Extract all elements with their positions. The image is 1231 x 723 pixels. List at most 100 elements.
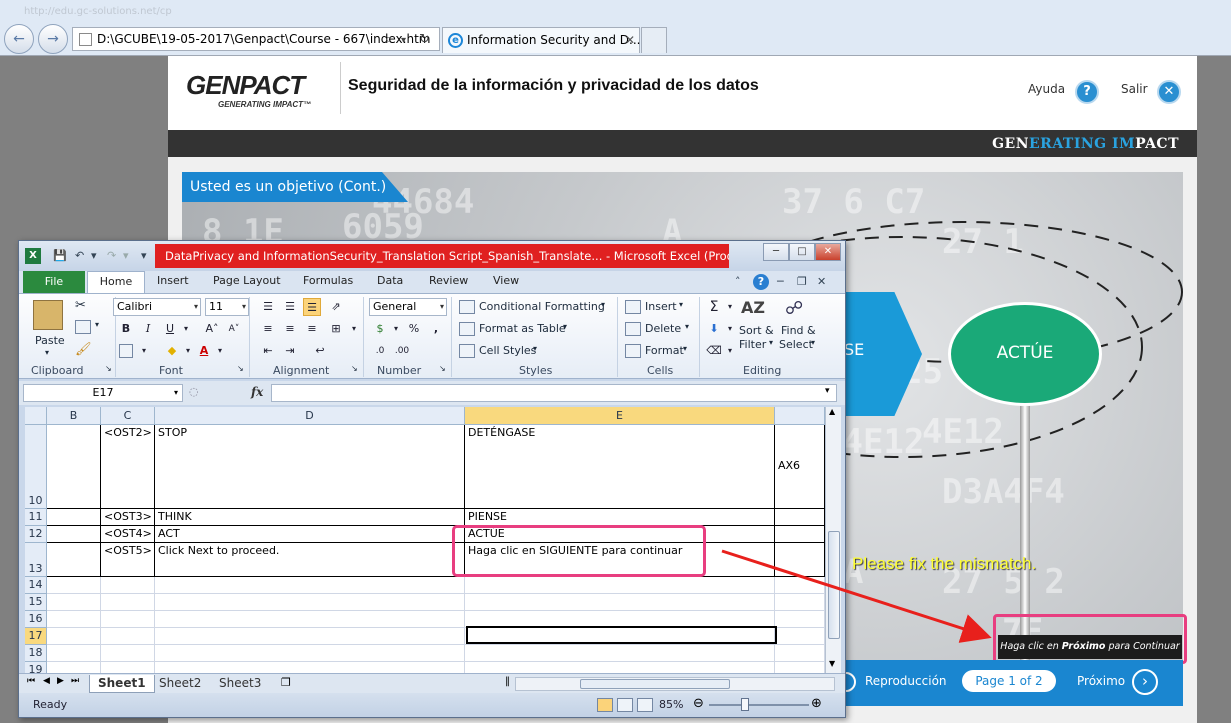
table-cell[interactable]: [465, 594, 775, 611]
tab-close-icon[interactable]: ✕: [625, 28, 635, 52]
table-cell[interactable]: [155, 594, 465, 611]
table-cell[interactable]: [101, 594, 155, 611]
sheet-tab-1[interactable]: Sheet1: [89, 675, 155, 693]
table-cell[interactable]: [47, 526, 101, 543]
close-window-button[interactable]: ✕: [815, 243, 841, 261]
maximize-button[interactable]: □: [789, 243, 815, 261]
scroll-down-icon[interactable]: ▼: [829, 659, 835, 668]
tab-formulas[interactable]: Formulas: [303, 274, 353, 287]
table-cell[interactable]: [47, 543, 101, 577]
table-cell[interactable]: [101, 645, 155, 662]
delete-cells-button[interactable]: Delete: [645, 322, 681, 335]
prev-sheet-icon[interactable]: ◀: [43, 676, 50, 686]
save-icon[interactable]: 💾: [53, 249, 67, 262]
align-bottom-icon[interactable]: ☰: [303, 298, 321, 316]
insert-cells-button[interactable]: Insert: [645, 300, 677, 313]
tab-insert[interactable]: Insert: [157, 274, 189, 287]
cell-styles-icon[interactable]: [459, 344, 475, 358]
grow-font-icon[interactable]: A˄: [203, 320, 221, 338]
table-cell[interactable]: STOP: [155, 425, 465, 509]
delete-cells-dropdown-icon[interactable]: ▾: [685, 322, 689, 331]
number-launcher-icon[interactable]: ↘: [439, 364, 446, 373]
clear-dropdown-icon[interactable]: ▾: [721, 342, 739, 360]
table-cell[interactable]: [775, 509, 825, 526]
new-tab-button[interactable]: [641, 27, 667, 53]
insert-sheet-icon[interactable]: ❐: [281, 676, 291, 689]
cell-styles-dropdown-icon[interactable]: ▾: [533, 344, 537, 353]
horizontal-scrollbar[interactable]: [515, 677, 835, 691]
undo-dropdown-icon[interactable]: ▾: [91, 249, 97, 262]
column-header-e[interactable]: E: [465, 407, 775, 425]
increase-decimal-icon[interactable]: .0: [371, 342, 389, 360]
font-size-combo[interactable]: 11 ▾: [205, 298, 249, 316]
delete-cells-icon[interactable]: [625, 322, 641, 336]
tab-view[interactable]: View: [493, 274, 519, 287]
exit-label[interactable]: Salir: [1121, 82, 1148, 96]
tab-file[interactable]: File: [23, 271, 85, 293]
customize-toolbar-icon[interactable]: ▾: [141, 249, 147, 262]
paste-button[interactable]: Paste: [35, 334, 65, 347]
formula-input[interactable]: [271, 384, 837, 402]
undo-icon[interactable]: ↶: [75, 249, 84, 262]
row-header-10[interactable]: 10: [25, 425, 47, 509]
refresh-icon[interactable]: ↻: [419, 29, 430, 50]
merge-dropdown-icon[interactable]: ▾: [345, 320, 363, 338]
clipboard-launcher-icon[interactable]: ↘: [105, 364, 112, 373]
font-color-dropdown-icon[interactable]: ▾: [211, 342, 229, 360]
conditional-formatting-button[interactable]: Conditional Formatting: [479, 300, 605, 313]
table-cell[interactable]: <OST2>: [101, 425, 155, 509]
table-cell[interactable]: DETÉNGASE: [465, 425, 775, 509]
table-cell[interactable]: [47, 425, 101, 509]
help-icon[interactable]: ?: [1075, 80, 1099, 104]
next-arrow-icon[interactable]: ›: [1132, 669, 1158, 695]
table-cell[interactable]: [47, 509, 101, 526]
page-layout-view-icon[interactable]: [617, 698, 633, 712]
sort-filter-dropdown-icon[interactable]: ▾: [769, 338, 773, 347]
sheet-tab-2[interactable]: Sheet2: [151, 675, 209, 693]
row-header-15[interactable]: 15: [25, 594, 47, 611]
table-cell[interactable]: [101, 662, 155, 673]
table-cell[interactable]: THINK: [155, 509, 465, 526]
table-cell[interactable]: [775, 577, 825, 594]
increase-indent-icon[interactable]: ⇥: [281, 342, 299, 360]
table-cell[interactable]: [101, 628, 155, 645]
search-icon[interactable]: ⌕: [385, 29, 392, 50]
decrease-decimal-icon[interactable]: .00: [393, 342, 411, 360]
table-cell[interactable]: [155, 577, 465, 594]
find-select-dropdown-icon[interactable]: ▾: [811, 338, 815, 347]
forward-button[interactable]: →: [38, 24, 68, 54]
active-cell[interactable]: [466, 626, 777, 644]
redo-icon[interactable]: ↷: [107, 249, 116, 262]
copy-dropdown-icon[interactable]: ▾: [95, 320, 99, 329]
accounting-dropdown-icon[interactable]: ▾: [387, 320, 405, 338]
conditional-formatting-icon[interactable]: [459, 300, 475, 314]
row-header-12[interactable]: 12: [25, 526, 47, 543]
vertical-scrollbar[interactable]: ▲ ▼: [825, 407, 841, 673]
address-bar[interactable]: D:\GCUBE\19-05-2017\Genpact\Course - 667…: [72, 27, 440, 51]
table-cell[interactable]: [101, 611, 155, 628]
paste-dropdown-icon[interactable]: ▾: [45, 348, 49, 357]
table-cell[interactable]: [775, 628, 825, 645]
table-cell[interactable]: <OST3>: [101, 509, 155, 526]
sort-filter-label-2[interactable]: Filter: [739, 338, 766, 351]
borders-icon[interactable]: [119, 344, 133, 358]
table-cell[interactable]: [775, 611, 825, 628]
normal-view-icon[interactable]: [597, 698, 613, 712]
help-label[interactable]: Ayuda: [1028, 82, 1065, 96]
row-header-14[interactable]: 14: [25, 577, 47, 594]
bold-button[interactable]: B: [117, 320, 135, 338]
conditional-formatting-dropdown-icon[interactable]: ▾: [601, 300, 605, 309]
format-painter-icon[interactable]: 🖌: [75, 342, 92, 357]
dropdown-icon[interactable]: ▾: [401, 30, 406, 50]
table-cell[interactable]: Click Next to proceed.: [155, 543, 465, 577]
find-select-button[interactable]: Find &: [781, 324, 816, 337]
autosum-dropdown-icon[interactable]: ▾: [721, 298, 739, 316]
table-cell[interactable]: [775, 645, 825, 662]
find-select-label-2[interactable]: Select: [779, 338, 813, 351]
alignment-launcher-icon[interactable]: ↘: [351, 364, 358, 373]
row-header-11[interactable]: 11: [25, 509, 47, 526]
table-cell[interactable]: <OST4>: [101, 526, 155, 543]
tab-home[interactable]: Home: [87, 271, 145, 294]
format-cells-button[interactable]: Format: [645, 344, 684, 357]
table-cell[interactable]: [775, 543, 825, 577]
